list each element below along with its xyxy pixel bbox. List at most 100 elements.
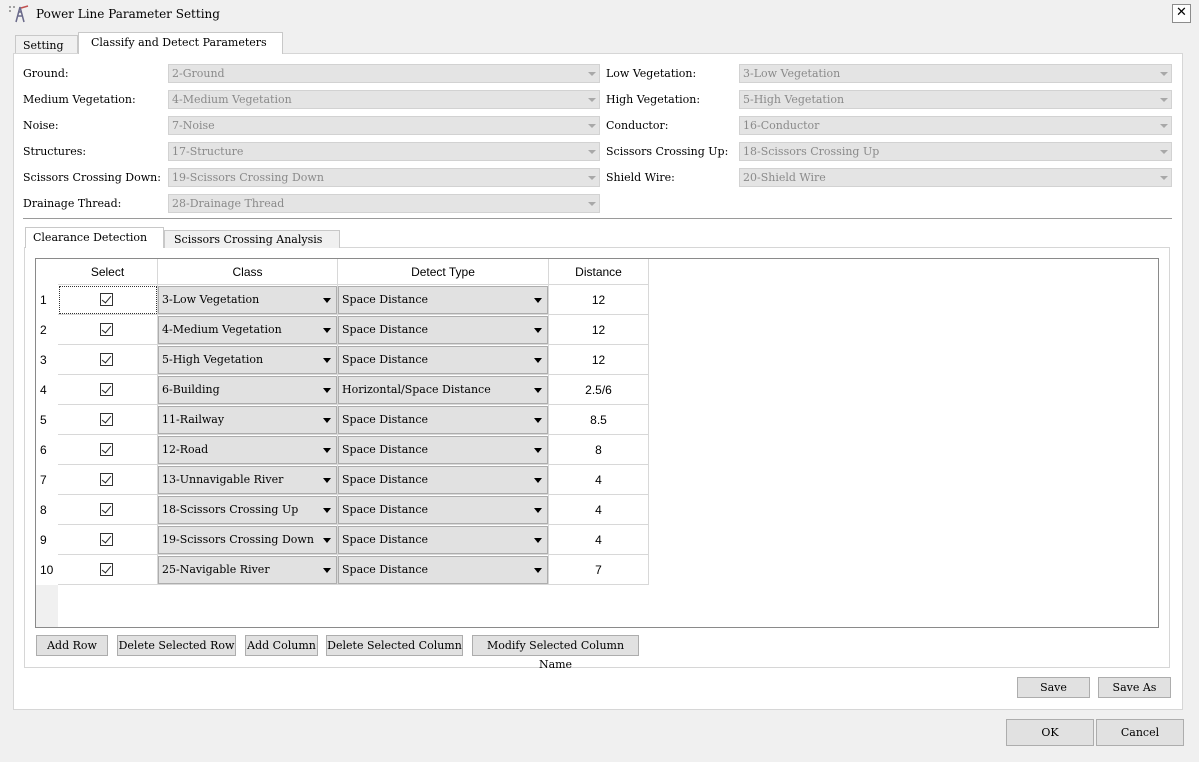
- detect-type-combo[interactable]: Space Distance: [338, 436, 548, 464]
- detect-type-cell: Space Distance: [338, 405, 549, 435]
- tab-clearance-detection[interactable]: Clearance Detection: [25, 227, 164, 248]
- select-checkbox[interactable]: [100, 563, 113, 576]
- class-value: 5-High Vegetation: [162, 353, 264, 366]
- class-value: 25-Navigable River: [162, 563, 270, 576]
- class-combo[interactable]: 4-Medium Vegetation: [158, 316, 337, 344]
- distance-cell[interactable]: 4: [549, 495, 649, 525]
- detect-type-combo[interactable]: Space Distance: [338, 406, 548, 434]
- detect-type-combo[interactable]: Space Distance: [338, 316, 548, 344]
- distance-cell[interactable]: 8.5: [549, 405, 649, 435]
- select-checkbox[interactable]: [100, 473, 113, 486]
- modify-selected-column-name-button[interactable]: Modify Selected Column Name: [472, 635, 639, 671]
- select-cell[interactable]: [58, 555, 158, 585]
- class-combo[interactable]: 19-Scissors Crossing Down: [158, 526, 337, 554]
- detect-type-combo[interactable]: Space Distance: [338, 556, 548, 584]
- scissors-down-combo[interactable]: 19-Scissors Crossing Down: [168, 168, 600, 187]
- ok-button[interactable]: OK: [1006, 719, 1094, 746]
- row-number: 4: [36, 375, 58, 405]
- select-checkbox[interactable]: [100, 503, 113, 516]
- class-combo[interactable]: 12-Road: [158, 436, 337, 464]
- select-cell[interactable]: [58, 465, 158, 495]
- add-column-button[interactable]: Add Column: [245, 635, 318, 656]
- select-cell[interactable]: [58, 435, 158, 465]
- delete-selected-column-button[interactable]: Delete Selected Column: [326, 635, 463, 656]
- distance-cell[interactable]: 7: [549, 555, 649, 585]
- class-combo[interactable]: 6-Building: [158, 376, 337, 404]
- shield-wire-combo[interactable]: 20-Shield Wire: [739, 168, 1172, 187]
- low-vegetation-combo[interactable]: 3-Low Vegetation: [739, 64, 1172, 83]
- conductor-combo[interactable]: 16-Conductor: [739, 116, 1172, 135]
- select-checkbox[interactable]: [100, 353, 113, 366]
- chevron-down-icon: [534, 538, 542, 543]
- detect-type-combo[interactable]: Horizontal/Space Distance: [338, 376, 548, 404]
- distance-cell[interactable]: 12: [549, 345, 649, 375]
- row-number: 2: [36, 315, 58, 345]
- detect-type-combo[interactable]: Space Distance: [338, 346, 548, 374]
- distance-cell[interactable]: 12: [549, 285, 649, 315]
- select-checkbox[interactable]: [100, 533, 113, 546]
- select-cell[interactable]: [58, 375, 158, 405]
- select-cell[interactable]: [58, 495, 158, 525]
- noise-combo[interactable]: 7-Noise: [168, 116, 600, 135]
- medium-vegetation-combo[interactable]: 4-Medium Vegetation: [168, 90, 600, 109]
- class-value: 12-Road: [162, 443, 209, 456]
- detect-type-cell: Space Distance: [338, 465, 549, 495]
- detect-type-combo[interactable]: Space Distance: [338, 286, 548, 314]
- class-cell: 6-Building: [158, 375, 338, 405]
- select-checkbox[interactable]: [100, 443, 113, 456]
- class-combo[interactable]: 13-Unnavigable River: [158, 466, 337, 494]
- select-checkbox[interactable]: [100, 293, 113, 306]
- detect-type-value: Horizontal/Space Distance: [342, 383, 491, 396]
- delete-selected-row-button[interactable]: Delete Selected Row: [117, 635, 236, 656]
- distance-cell[interactable]: 2.5/6: [549, 375, 649, 405]
- distance-cell[interactable]: 8: [549, 435, 649, 465]
- chevron-down-icon: [323, 328, 331, 333]
- scissors-up-combo[interactable]: 18-Scissors Crossing Up: [739, 142, 1172, 161]
- save-button[interactable]: Save: [1017, 677, 1090, 698]
- chevron-down-icon: [588, 150, 596, 154]
- close-button[interactable]: ✕: [1172, 4, 1191, 23]
- column-header-class[interactable]: Class: [158, 259, 338, 285]
- drainage-thread-combo[interactable]: 28-Drainage Thread: [168, 194, 600, 213]
- class-value: 19-Scissors Crossing Down: [162, 533, 314, 546]
- select-checkbox[interactable]: [100, 413, 113, 426]
- distance-cell[interactable]: 4: [549, 465, 649, 495]
- save-as-button[interactable]: Save As: [1098, 677, 1171, 698]
- column-header-distance[interactable]: Distance: [549, 259, 649, 285]
- class-combo[interactable]: 5-High Vegetation: [158, 346, 337, 374]
- row-number: 5: [36, 405, 58, 435]
- detect-type-combo[interactable]: Space Distance: [338, 466, 548, 494]
- ground-combo[interactable]: 2-Ground: [168, 64, 600, 83]
- select-cell[interactable]: [58, 525, 158, 555]
- select-cell[interactable]: [58, 405, 158, 435]
- detect-type-value: Space Distance: [342, 353, 429, 366]
- chevron-down-icon: [323, 388, 331, 393]
- select-cell[interactable]: [58, 315, 158, 345]
- class-combo[interactable]: 3-Low Vegetation: [158, 286, 337, 314]
- chevron-down-icon: [588, 202, 596, 206]
- class-value: 11-Railway: [162, 413, 225, 426]
- cancel-button[interactable]: Cancel: [1096, 719, 1184, 746]
- column-header-select[interactable]: Select: [58, 259, 158, 285]
- add-row-button[interactable]: Add Row: [36, 635, 108, 656]
- column-header-detect-type[interactable]: Detect Type: [338, 259, 549, 285]
- select-cell[interactable]: [58, 345, 158, 375]
- detect-type-combo[interactable]: Space Distance: [338, 526, 548, 554]
- detect-type-combo[interactable]: Space Distance: [338, 496, 548, 524]
- select-cell[interactable]: [58, 285, 158, 315]
- row-number: 7: [36, 465, 58, 495]
- row-number: 3: [36, 345, 58, 375]
- tab-classify-detect[interactable]: Classify and Detect Parameters: [78, 32, 283, 54]
- structures-combo[interactable]: 17-Structure: [168, 142, 600, 161]
- tab-scissors-crossing-analysis[interactable]: Scissors Crossing Analysis: [164, 230, 340, 248]
- distance-cell[interactable]: 12: [549, 315, 649, 345]
- class-combo[interactable]: 25-Navigable River: [158, 556, 337, 584]
- high-vegetation-combo[interactable]: 5-High Vegetation: [739, 90, 1172, 109]
- select-checkbox[interactable]: [100, 383, 113, 396]
- chevron-down-icon: [588, 72, 596, 76]
- class-combo[interactable]: 18-Scissors Crossing Up: [158, 496, 337, 524]
- distance-cell[interactable]: 4: [549, 525, 649, 555]
- select-checkbox[interactable]: [100, 323, 113, 336]
- class-combo[interactable]: 11-Railway: [158, 406, 337, 434]
- param-label-scissors-up: Scissors Crossing Up:: [606, 145, 729, 158]
